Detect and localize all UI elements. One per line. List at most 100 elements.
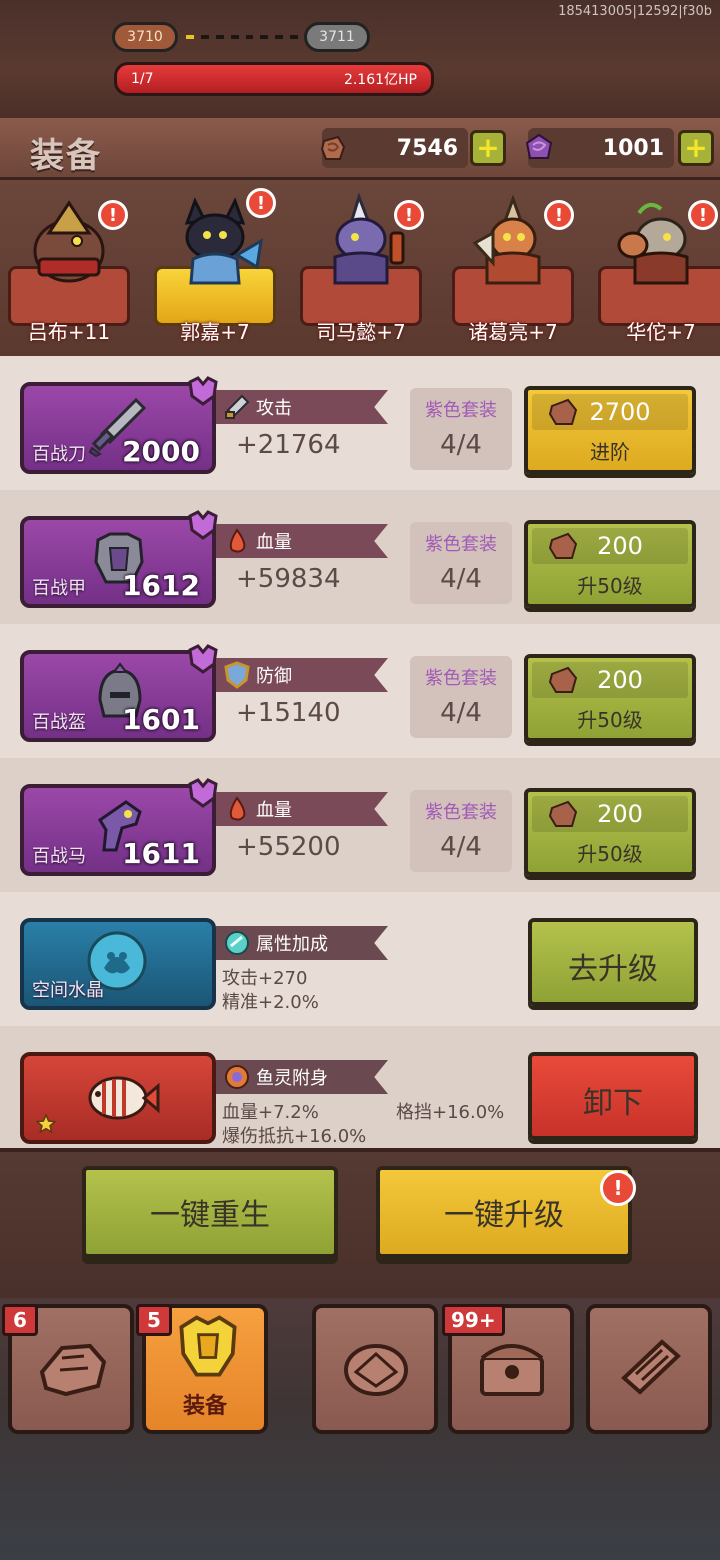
hero-name-simayi: 司马懿+7 (316, 320, 406, 344)
hero-name-guojia: 郭嘉+7 (180, 320, 250, 344)
one-click-rebirth-button[interactable]: 一键重生 (82, 1166, 338, 1258)
hero-alert-badge: ! (246, 188, 276, 218)
attack-icon (225, 394, 250, 419)
page-title: 装备 (30, 136, 102, 176)
upgrade-cost: 200 (597, 532, 643, 560)
progress-dot (290, 35, 298, 39)
blood-drop-icon (229, 796, 246, 821)
hero-name-lubu: 吕布+11 (27, 320, 111, 344)
treasure-chest-icon (480, 1344, 544, 1396)
one-click-upgrade-label: 一键升级 (444, 1198, 564, 1233)
go-upgrade-label: 去升级 (568, 952, 658, 987)
stat-label: 鱼灵附身 (256, 1068, 328, 1089)
stage-progress-dots (186, 34, 298, 40)
stat-value: +15140 (236, 698, 341, 728)
hero-alert-badge: ! (688, 200, 718, 230)
crystal-row: 空间水晶 属性加成 攻击+270 精准+2.0% 去升级 (0, 892, 720, 1026)
set-label: 紫色套装 (425, 400, 497, 421)
equipment-slot-weapon[interactable]: 百战刀 2000 (20, 376, 218, 474)
advance-button[interactable]: 2700 进阶 (524, 386, 696, 474)
set-progress: 4/4 (440, 430, 482, 460)
turtle-shell-icon (344, 1344, 408, 1396)
equipment-slot-helmet[interactable]: 百战盔 1601 (20, 644, 218, 742)
advance-label: 进阶 (590, 440, 630, 464)
tab-badge: 5 (136, 1304, 172, 1336)
stone-icon (320, 135, 346, 160)
hero-selector: ! 吕布+11 ! 郭嘉+7 ! 司马懿+7 ! 诸葛亮+7 ! 华佗+7 (0, 180, 720, 356)
battle-status-area: 185413005|12592|f30b 3710 3711 1/7 2.161… (0, 0, 720, 118)
set-progress: 4/4 (440, 564, 482, 594)
set-label: 紫色套装 (425, 534, 497, 555)
boss-hp-bar: 1/7 2.161亿HP (114, 62, 434, 96)
equipment-power: 2000 (122, 435, 200, 468)
equipment-slot-horse[interactable]: 百战马 1611 (20, 778, 218, 876)
progress-dot (186, 35, 194, 39)
upgrade-alert-badge: ! (600, 1170, 636, 1206)
fish-spirit-slot[interactable] (20, 1052, 216, 1144)
level-up-label: 升50级 (577, 842, 643, 866)
crystal-slot[interactable]: 空间水晶 (20, 918, 216, 1010)
upgrade-cost: 200 (597, 666, 643, 694)
level-up-button[interactable]: 200 升50级 (524, 520, 696, 608)
one-click-upgrade-button[interactable]: 一键升级 (376, 1166, 632, 1258)
stat-value: +55200 (236, 832, 341, 862)
add-gem-button[interactable]: + (678, 130, 714, 166)
equipment-row-weapon: 百战刀 2000 攻击 +21764 紫色套装 4/4 2700 进阶 (0, 356, 720, 490)
equipment-list: 百战刀 2000 攻击 +21764 紫色套装 4/4 2700 进阶 百战甲 … (0, 356, 720, 1150)
bottom-action-bar: 一键重生 一键升级 ! (0, 1148, 720, 1298)
unequip-button[interactable]: 卸下 (528, 1052, 698, 1140)
shield-icon (224, 661, 250, 689)
set-bonus-box: 紫色套装 4/4 (410, 522, 512, 604)
purple-gem-icon (525, 133, 553, 159)
stage-current: 3710 (112, 22, 178, 52)
tab-scroll[interactable] (586, 1304, 712, 1434)
cost-row: 200 (532, 662, 688, 698)
equipment-row-armor: 百战甲 1612 血量 +59834 紫色套装 4/4 200 升50级 (0, 490, 720, 624)
set-progress: 4/4 (440, 698, 482, 728)
unequip-label: 卸下 (583, 1086, 643, 1121)
add-stone-button[interactable]: + (470, 130, 506, 166)
go-upgrade-button[interactable]: 去升级 (528, 918, 698, 1006)
upgrade-cost: 2700 (589, 398, 651, 426)
equipment-name: 百战马 (32, 846, 86, 867)
progress-dot (215, 35, 224, 39)
progress-dot (230, 35, 239, 39)
cost-row: 2700 (532, 394, 688, 430)
hero-alert-badge: ! (98, 200, 128, 230)
equipment-name: 百战甲 (32, 578, 86, 599)
bottom-tab-bar: 6 装备 5 99+ (0, 1298, 720, 1560)
purple-armor-emblem-icon (188, 778, 218, 808)
set-bonus-box: 紫色套装 4/4 (410, 790, 512, 872)
set-bonus-box: 紫色套装 4/4 (410, 388, 512, 470)
equipment-power: 1611 (122, 837, 200, 870)
purple-armor-emblem-icon (188, 376, 218, 406)
stone-amount: 7546 (396, 135, 458, 161)
stat-label: 属性加成 (256, 934, 328, 955)
cost-row: 200 (532, 528, 688, 564)
crystal-stat-line: 攻击+270 (222, 968, 308, 989)
hero-name-zhugeliang: 诸葛亮+7 (468, 320, 558, 344)
stage-next: 3711 (304, 22, 370, 52)
tab-skills[interactable] (312, 1304, 438, 1434)
tab-badge: 6 (2, 1304, 38, 1336)
stat-label: 防御 (256, 666, 292, 687)
fish-icon (88, 1076, 160, 1120)
stat-value: +21764 (236, 430, 341, 460)
currency-stone: 7546 (320, 128, 468, 168)
stat-label: 攻击 (256, 398, 292, 419)
tab-label: 装备 (182, 1394, 227, 1419)
fish-spirit-row: 鱼灵附身 血量+7.2% 格挡+16.0% 爆伤抵抗+16.0% 卸下 (0, 1026, 720, 1150)
purple-armor-emblem-icon (188, 644, 218, 674)
tab-badge: 99+ (442, 1304, 505, 1336)
blood-drop-icon (229, 528, 246, 553)
equipment-slot-armor[interactable]: 百战甲 1612 (20, 510, 218, 608)
crystal-name: 空间水晶 (32, 980, 104, 1001)
level-up-button[interactable]: 200 升50级 (524, 788, 696, 876)
level-up-button[interactable]: 200 升50级 (524, 654, 696, 742)
fish-stat-line: 血量+7.2% (222, 1102, 319, 1123)
purple-armor-emblem-icon (188, 510, 218, 540)
equipment-power: 1601 (122, 703, 200, 736)
golden-armor-icon (179, 1315, 237, 1377)
currency-gem: 1001 (525, 128, 674, 168)
set-bonus-box: 紫色套装 4/4 (410, 656, 512, 738)
